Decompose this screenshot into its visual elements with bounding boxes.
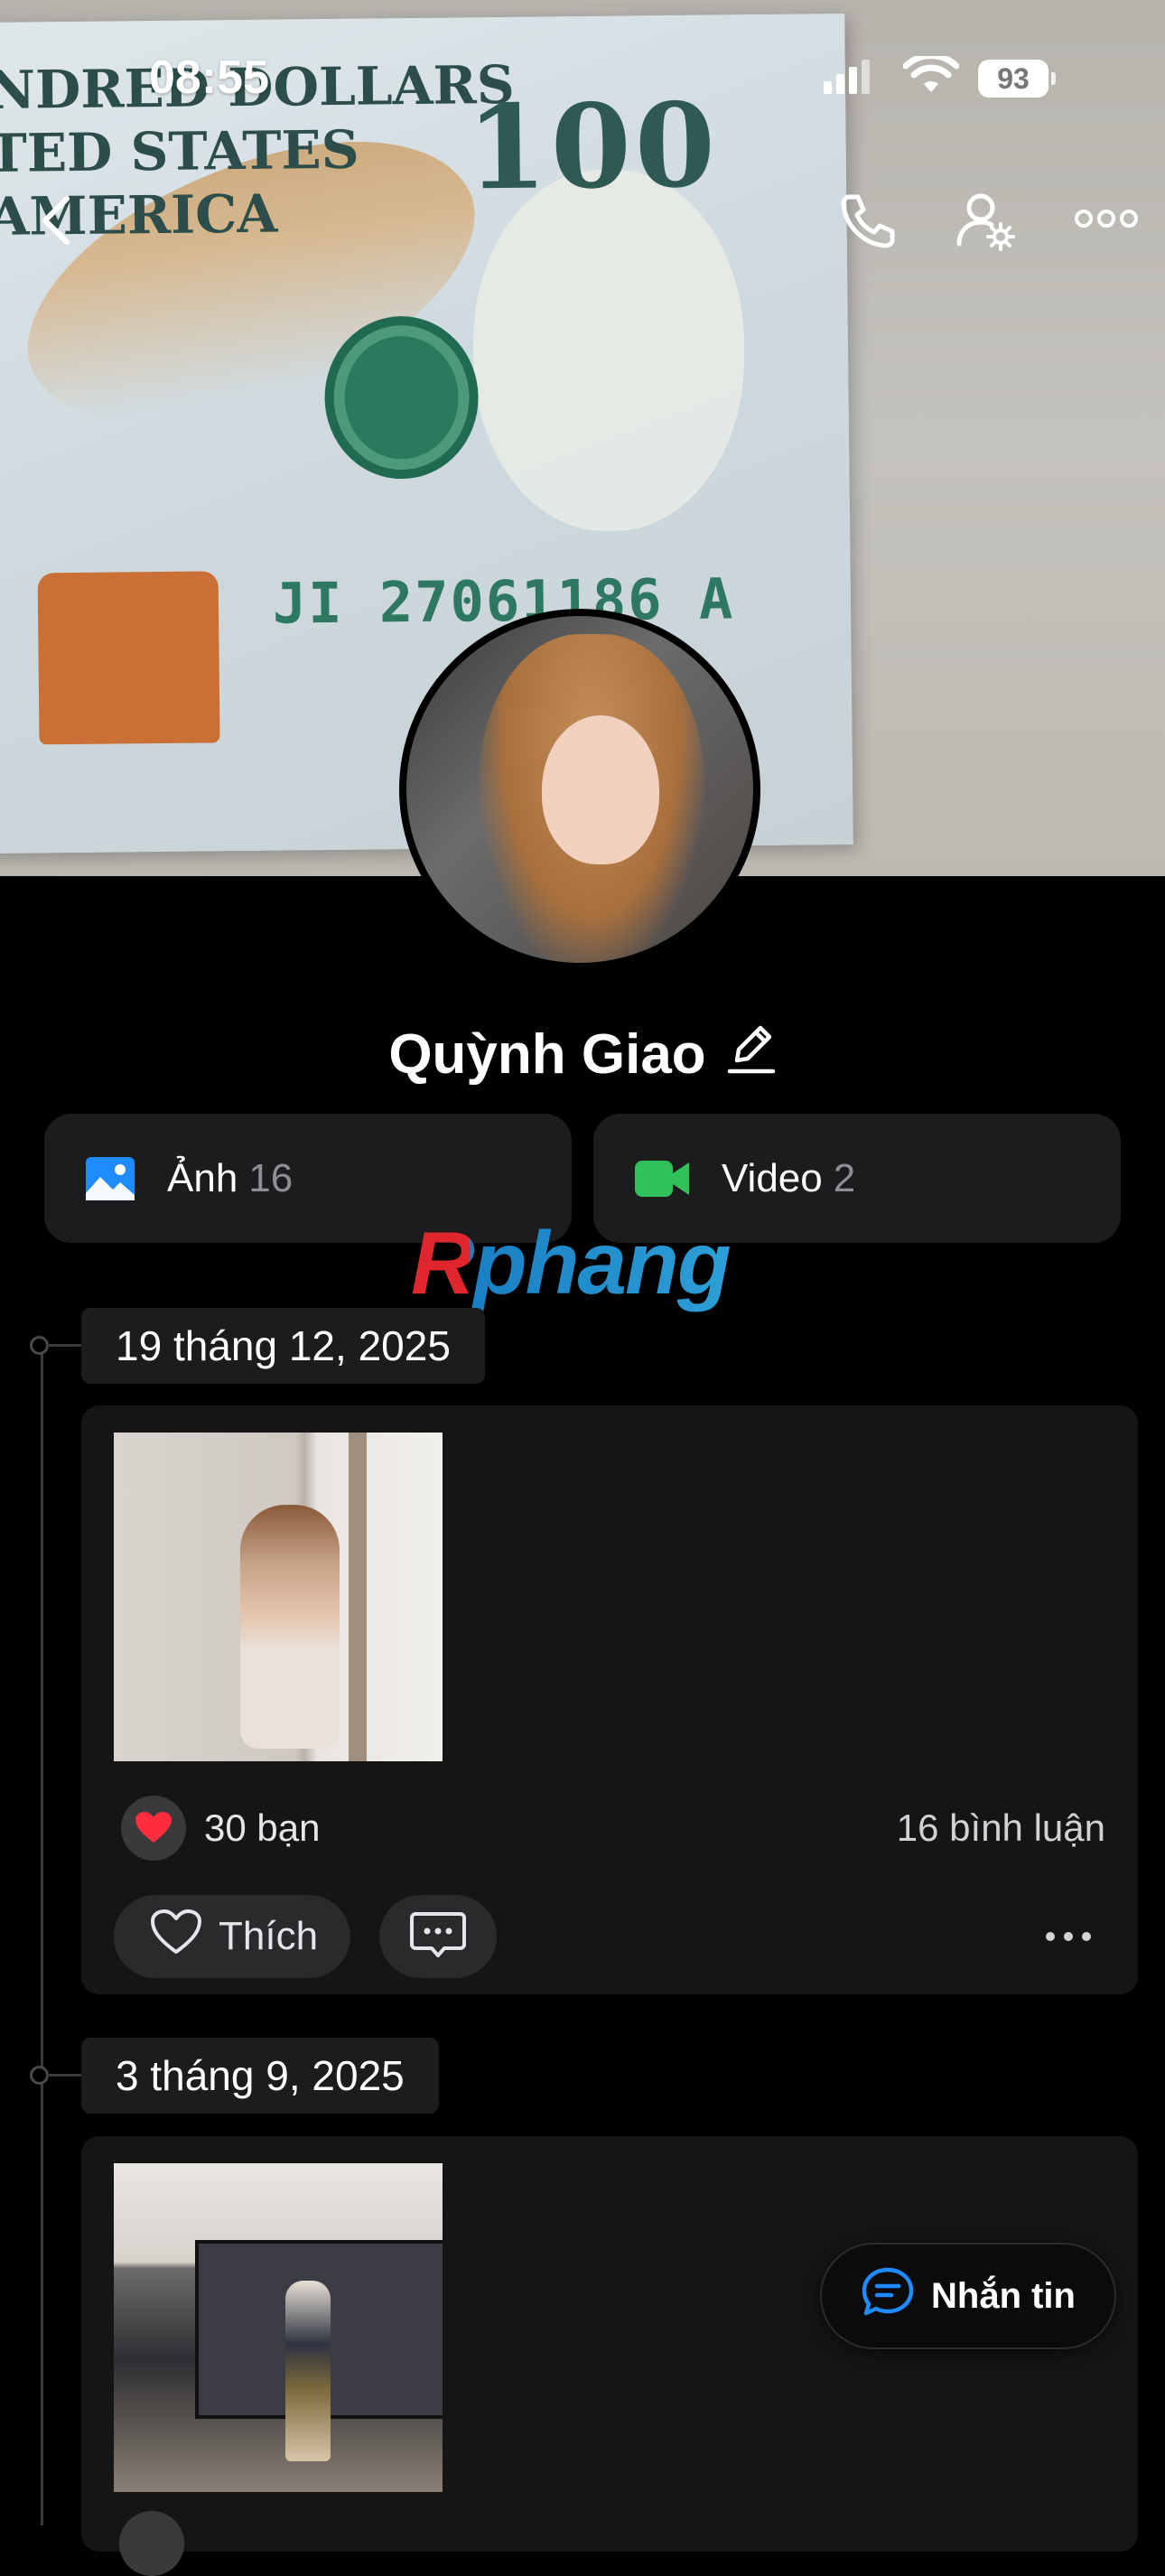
comment-count[interactable]: 16 bình luận — [897, 1806, 1105, 1850]
comment-icon — [410, 1910, 467, 1964]
tab-videos-label: Video — [722, 1155, 823, 1200]
more-horizontal-icon[interactable] — [1075, 208, 1138, 234]
reaction-row: 30 bạn 16 bình luận — [121, 1792, 1105, 1864]
profile-name: Quỳnh Giao — [388, 1023, 706, 1086]
battery-level: 93 — [997, 61, 1030, 95]
post-actions: Thích — [114, 1893, 1107, 1980]
cellular-signal-icon — [824, 60, 870, 94]
timeline-dot — [30, 2066, 49, 2085]
status-time: 08:55 — [149, 51, 269, 104]
date-chip: 3 tháng 9, 2025 — [81, 2038, 439, 2114]
wifi-icon — [902, 52, 960, 100]
message-button[interactable]: Nhắn tin — [820, 2243, 1116, 2349]
watermark-logo: Rphang — [411, 1213, 732, 1312]
timeline-connector — [47, 1344, 81, 1347]
message-button-label: Nhắn tin — [931, 2275, 1076, 2316]
video-camera-icon — [633, 1157, 691, 1200]
post-photo[interactable] — [114, 2163, 443, 2492]
chat-bubble-icon — [861, 2266, 915, 2326]
post-photo[interactable] — [114, 1433, 443, 1761]
timeline-connector — [47, 2074, 81, 2077]
reaction-count[interactable]: 30 bạn — [204, 1806, 320, 1850]
user-gear-icon[interactable] — [955, 190, 1021, 259]
profile-name-row: Quỳnh Giao — [0, 1021, 1165, 1088]
tab-videos-count: 2 — [833, 1155, 856, 1200]
heart-reaction-icon[interactable] — [119, 2511, 184, 2576]
tab-photos-count: 16 — [248, 1155, 294, 1200]
like-label: Thích — [219, 1914, 319, 1958]
chevron-left-icon[interactable] — [34, 193, 79, 252]
timeline-dot — [30, 1336, 49, 1355]
heart-outline-icon — [150, 1909, 202, 1965]
image-icon — [84, 1155, 136, 1202]
timeline-line — [41, 1346, 43, 2525]
date-chip: 19 tháng 12, 2025 — [81, 1308, 485, 1384]
phone-icon[interactable] — [836, 191, 899, 254]
post-card: 30 bạn 16 bình luận Thích — [81, 1405, 1138, 1994]
profile-avatar[interactable] — [399, 609, 760, 970]
post-more-icon[interactable] — [1046, 1932, 1091, 1941]
like-button[interactable]: Thích — [114, 1895, 351, 1978]
pencil-icon[interactable] — [726, 1021, 777, 1088]
comment-button[interactable] — [379, 1895, 498, 1978]
tab-photos-label: Ảnh — [167, 1155, 238, 1200]
heart-reaction-icon[interactable] — [121, 1796, 186, 1861]
battery-indicator: 93 — [978, 60, 1056, 98]
